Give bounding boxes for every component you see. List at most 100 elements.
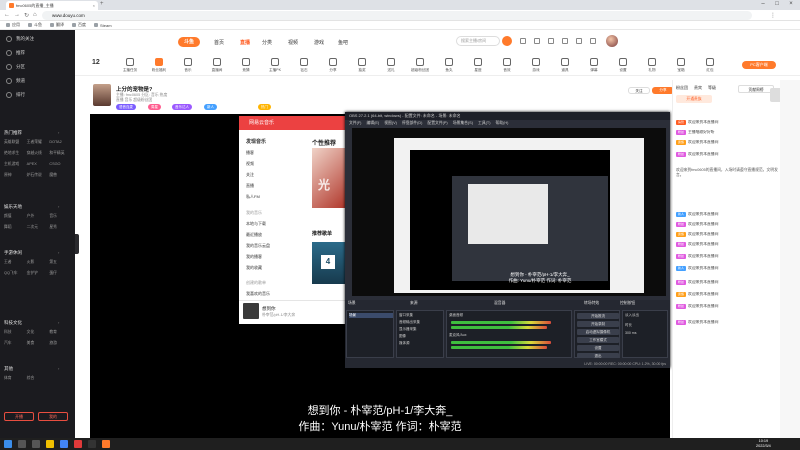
sidebar-link[interactable]: 二次元 <box>27 225 50 230</box>
sidebar-item-follow[interactable]: 我的关注 <box>6 36 34 42</box>
bookmark-item[interactable]: 斗鱼 <box>28 22 42 28</box>
settings-button[interactable]: 设置 <box>577 345 619 351</box>
netease-nav-item[interactable]: 我的播客 <box>246 254 262 260</box>
netease-nav-discover[interactable]: 发现音乐 <box>246 138 266 145</box>
more-link[interactable]: › <box>58 204 59 209</box>
sidebar-item-category[interactable]: 分区 <box>6 64 25 70</box>
nav-home[interactable]: 首页 <box>214 39 224 46</box>
share-button[interactable]: 分享 <box>652 87 674 94</box>
toolbar-item[interactable]: 音乐 <box>174 58 202 73</box>
scene-item[interactable]: 场景 <box>349 313 393 318</box>
tab-vip[interactable]: 贵宾 <box>694 85 702 91</box>
sidebar-link[interactable]: 体育 <box>4 376 27 381</box>
room-tag[interactable]: 热门 <box>258 104 271 110</box>
source-item[interactable]: 窗口采集 <box>399 313 413 318</box>
right-scroll-strip[interactable] <box>780 80 800 438</box>
obs-menu-bar[interactable]: 文件(F) 编辑(E) 视图(V) 停靠部件(D) 配置文件(P) 场景集合(S… <box>345 120 670 127</box>
start-broadcast-button[interactable]: 开播 <box>4 412 34 421</box>
netease-nav-item[interactable]: 直播 <box>246 183 254 189</box>
bookmark-item[interactable]: 翻译 <box>50 22 64 28</box>
sidebar-link[interactable]: 金铲铲 <box>27 271 50 276</box>
nav-game[interactable]: 游戏 <box>314 39 324 46</box>
virtual-camera-button[interactable]: 启动虚拟摄像机 <box>577 329 619 335</box>
sidebar-link[interactable]: 星秀 <box>49 225 72 230</box>
toolbar-item[interactable]: 鱼丸 <box>435 58 463 73</box>
sidebar-item-rank[interactable]: 排行 <box>6 92 25 98</box>
sidebar-link[interactable]: 颜值 <box>4 214 27 219</box>
follow-icon[interactable] <box>534 38 540 44</box>
sidebar-link[interactable]: 美食 <box>27 341 50 346</box>
sidebar-link[interactable]: 旅游 <box>49 341 72 346</box>
weekly-rank-button[interactable]: 贡献周榜 <box>738 85 774 93</box>
exit-button[interactable]: 退出 <box>577 353 619 358</box>
obs-icon[interactable] <box>88 440 96 448</box>
download-icon[interactable] <box>548 38 554 44</box>
sidebar-link[interactable]: 英雄联盟 <box>4 140 27 145</box>
sidebar-link[interactable]: 科技 <box>4 330 27 335</box>
source-item[interactable]: 媒体源 <box>399 341 410 346</box>
toolbar-item[interactable]: 主播PK <box>261 58 289 73</box>
forward-icon[interactable]: → <box>14 12 20 18</box>
toolbar-item[interactable]: 主播任务 <box>116 58 144 73</box>
address-bar[interactable]: www.douyu.com <box>42 11 752 20</box>
browser-tab[interactable]: fmc0605的直播_主播 × <box>6 1 98 10</box>
home-icon[interactable]: ⌂ <box>33 12 37 18</box>
source-item[interactable]: 显示器采集 <box>399 327 417 332</box>
sidebar-link[interactable]: QQ飞车 <box>4 271 27 276</box>
toolbar-item[interactable]: 红包 <box>696 58 724 73</box>
douyu-logo[interactable]: 斗鱼 <box>178 37 200 47</box>
start-streaming-button[interactable]: 开始推流 <box>577 313 619 319</box>
sidebar-link[interactable]: 蛋仔 <box>49 271 72 276</box>
more-link[interactable]: › <box>58 320 59 325</box>
file-explorer-icon[interactable] <box>46 440 54 448</box>
room-tag[interactable]: 音乐达人 <box>172 104 192 110</box>
sidebar-link[interactable]: 和平精英 <box>49 151 72 156</box>
task-view-icon[interactable] <box>32 440 40 448</box>
sidebar-link[interactable]: 户外 <box>27 214 50 219</box>
start-recording-button[interactable]: 开始录制 <box>577 321 619 327</box>
message-icon[interactable] <box>562 38 568 44</box>
toolbar-item[interactable]: 设置 <box>609 58 637 73</box>
broadcast-icon[interactable] <box>576 38 582 44</box>
user-avatar[interactable] <box>606 35 618 47</box>
sidebar-link[interactable]: 教育 <box>49 330 72 335</box>
sidebar-link[interactable]: APEX <box>27 162 50 167</box>
chrome-icon[interactable] <box>60 440 68 448</box>
sidebar-link[interactable]: 汽车 <box>4 341 27 346</box>
netease-nav-item[interactable]: 私人FM <box>246 194 260 200</box>
sidebar-collapse-handle[interactable] <box>75 234 79 254</box>
tab-fanclub[interactable]: 粉丝团 <box>676 85 688 91</box>
extensions-icon[interactable]: ⋮ <box>770 12 776 19</box>
toolbar-item[interactable]: 星座 <box>464 58 492 73</box>
toolbar-item[interactable]: 粉丝福利 <box>145 58 173 73</box>
sidebar-link[interactable]: 穿越火线 <box>27 151 50 156</box>
studio-mode-button[interactable]: 工作室模式 <box>577 337 619 343</box>
toolbar-item[interactable]: 送礼 <box>377 58 405 73</box>
sidebar-link[interactable]: 原神 <box>4 173 27 178</box>
sidebar-item-channel[interactable]: 频道 <box>6 78 25 84</box>
new-tab-icon[interactable]: + <box>100 1 104 7</box>
transition-select[interactable]: 淡入淡出 <box>625 313 639 318</box>
toolbar-item[interactable]: 直播间 <box>203 58 231 73</box>
sidebar-item-recommend[interactable]: 推荐 <box>6 50 25 56</box>
nav-video[interactable]: 视频 <box>288 39 298 46</box>
toolbar-item[interactable]: 礼物 <box>638 58 666 73</box>
netease-nav-item[interactable]: 我喜欢的音乐 <box>246 291 270 297</box>
sidebar-link[interactable]: CSGO <box>49 162 72 167</box>
toolbar-item[interactable]: 超级粉丝团 <box>406 58 434 73</box>
sidebar-link[interactable]: 王者 <box>4 260 27 265</box>
toolbar-item[interactable]: 音效 <box>493 58 521 73</box>
tab-level[interactable]: 等级 <box>708 85 716 91</box>
toolbar-item[interactable]: 道具 <box>551 58 579 73</box>
netease-nav-item[interactable]: 我的音乐云盘 <box>246 243 270 249</box>
more-link[interactable]: › <box>58 366 59 371</box>
bookmark-item[interactable]: 百度 <box>72 22 86 28</box>
sidebar-link[interactable]: 舞蹈 <box>4 225 27 230</box>
toolbar-item[interactable]: 竞猜 <box>232 58 260 73</box>
search-input[interactable]: 搜索主播/房间 <box>456 36 500 46</box>
sidebar-link[interactable]: 音乐 <box>49 214 72 219</box>
nav-category[interactable]: 分类 <box>262 39 272 46</box>
sidebar-link[interactable]: 第五 <box>49 260 72 265</box>
nav-fishbar[interactable]: 鱼吧 <box>338 39 348 46</box>
netease-nav-item[interactable]: 本地与下载 <box>246 221 266 227</box>
